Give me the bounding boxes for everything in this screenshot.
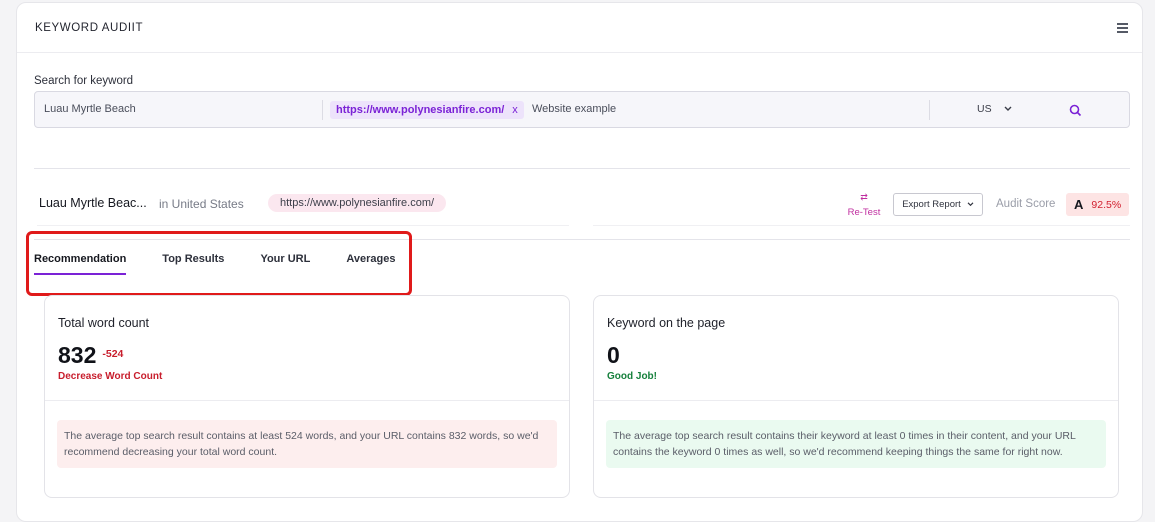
keyword-audit-panel: KEYWORD AUDIIT Search for keyword Luau M… [16,2,1143,522]
search-bar: Luau Myrtle Beach https://www.polynesian… [34,91,1130,128]
recommendation-note: The average top search result contains t… [606,420,1106,468]
divider [37,225,569,226]
refresh-icon: ⇄ [860,192,868,202]
country-select[interactable]: US [977,103,1012,115]
divider [929,100,930,120]
chip-remove-icon[interactable]: x [512,104,518,116]
card-title: Keyword on the page [607,316,726,330]
keyword-on-page-card: Keyword on the page 0 Good Job! The aver… [593,295,1119,498]
tab-averages[interactable]: Averages [346,253,395,275]
summary-keyword: Luau Myrtle Beac... [39,196,147,210]
export-report-select[interactable]: Export Report [893,193,983,216]
website-input[interactable]: Website example [532,103,616,115]
tab-top-results[interactable]: Top Results [162,253,224,275]
divider [34,239,1130,240]
chevron-down-icon [967,202,974,207]
recommendation-note: The average top search result contains a… [57,420,557,468]
score-grade: A [1074,197,1084,212]
status-text: Good Job! [607,371,657,382]
divider [45,400,569,401]
divider [34,168,1130,169]
metric: 0 [607,342,620,369]
tab-your-url[interactable]: Your URL [260,253,310,275]
status-text: Decrease Word Count [58,371,163,382]
divider [322,100,323,120]
divider [593,225,1130,226]
score-percent: 92.5% [1091,198,1122,211]
metric-value: 0 [607,342,620,368]
summary-location: in United States [159,197,244,211]
summary-url-badge[interactable]: https://www.polynesianfire.com/ [268,194,447,212]
divider [594,400,1118,401]
keyword-input[interactable]: Luau Myrtle Beach [44,103,136,115]
export-label: Export Report [902,199,961,210]
card-title: Total word count [58,316,150,330]
menu-icon[interactable] [1117,23,1128,33]
search-label: Search for keyword [34,75,134,87]
country-value: US [977,103,992,115]
retest-button[interactable]: ⇄ Re-Test [846,192,882,220]
metric: 832 -524 [58,342,123,369]
tab-bar: Recommendation Top Results Your URL Aver… [34,253,431,275]
chevron-down-icon [1004,106,1012,111]
word-count-card: Total word count 832 -524 Decrease Word … [44,295,570,498]
url-chip[interactable]: https://www.polynesianfire.com/ x [330,101,524,119]
panel-header: KEYWORD AUDIIT [17,3,1142,53]
search-icon[interactable] [1069,104,1082,117]
url-chip-label: https://www.polynesianfire.com/ [336,104,505,116]
tab-recommendation[interactable]: Recommendation [34,253,127,275]
metric-value: 832 [58,342,97,368]
page-title: KEYWORD AUDIIT [35,22,144,34]
retest-label: Re-Test [847,207,881,218]
score-badge: A 92.5% [1066,193,1130,216]
metric-delta: -524 [102,348,124,360]
audit-score-label: Audit Score [996,198,1056,210]
